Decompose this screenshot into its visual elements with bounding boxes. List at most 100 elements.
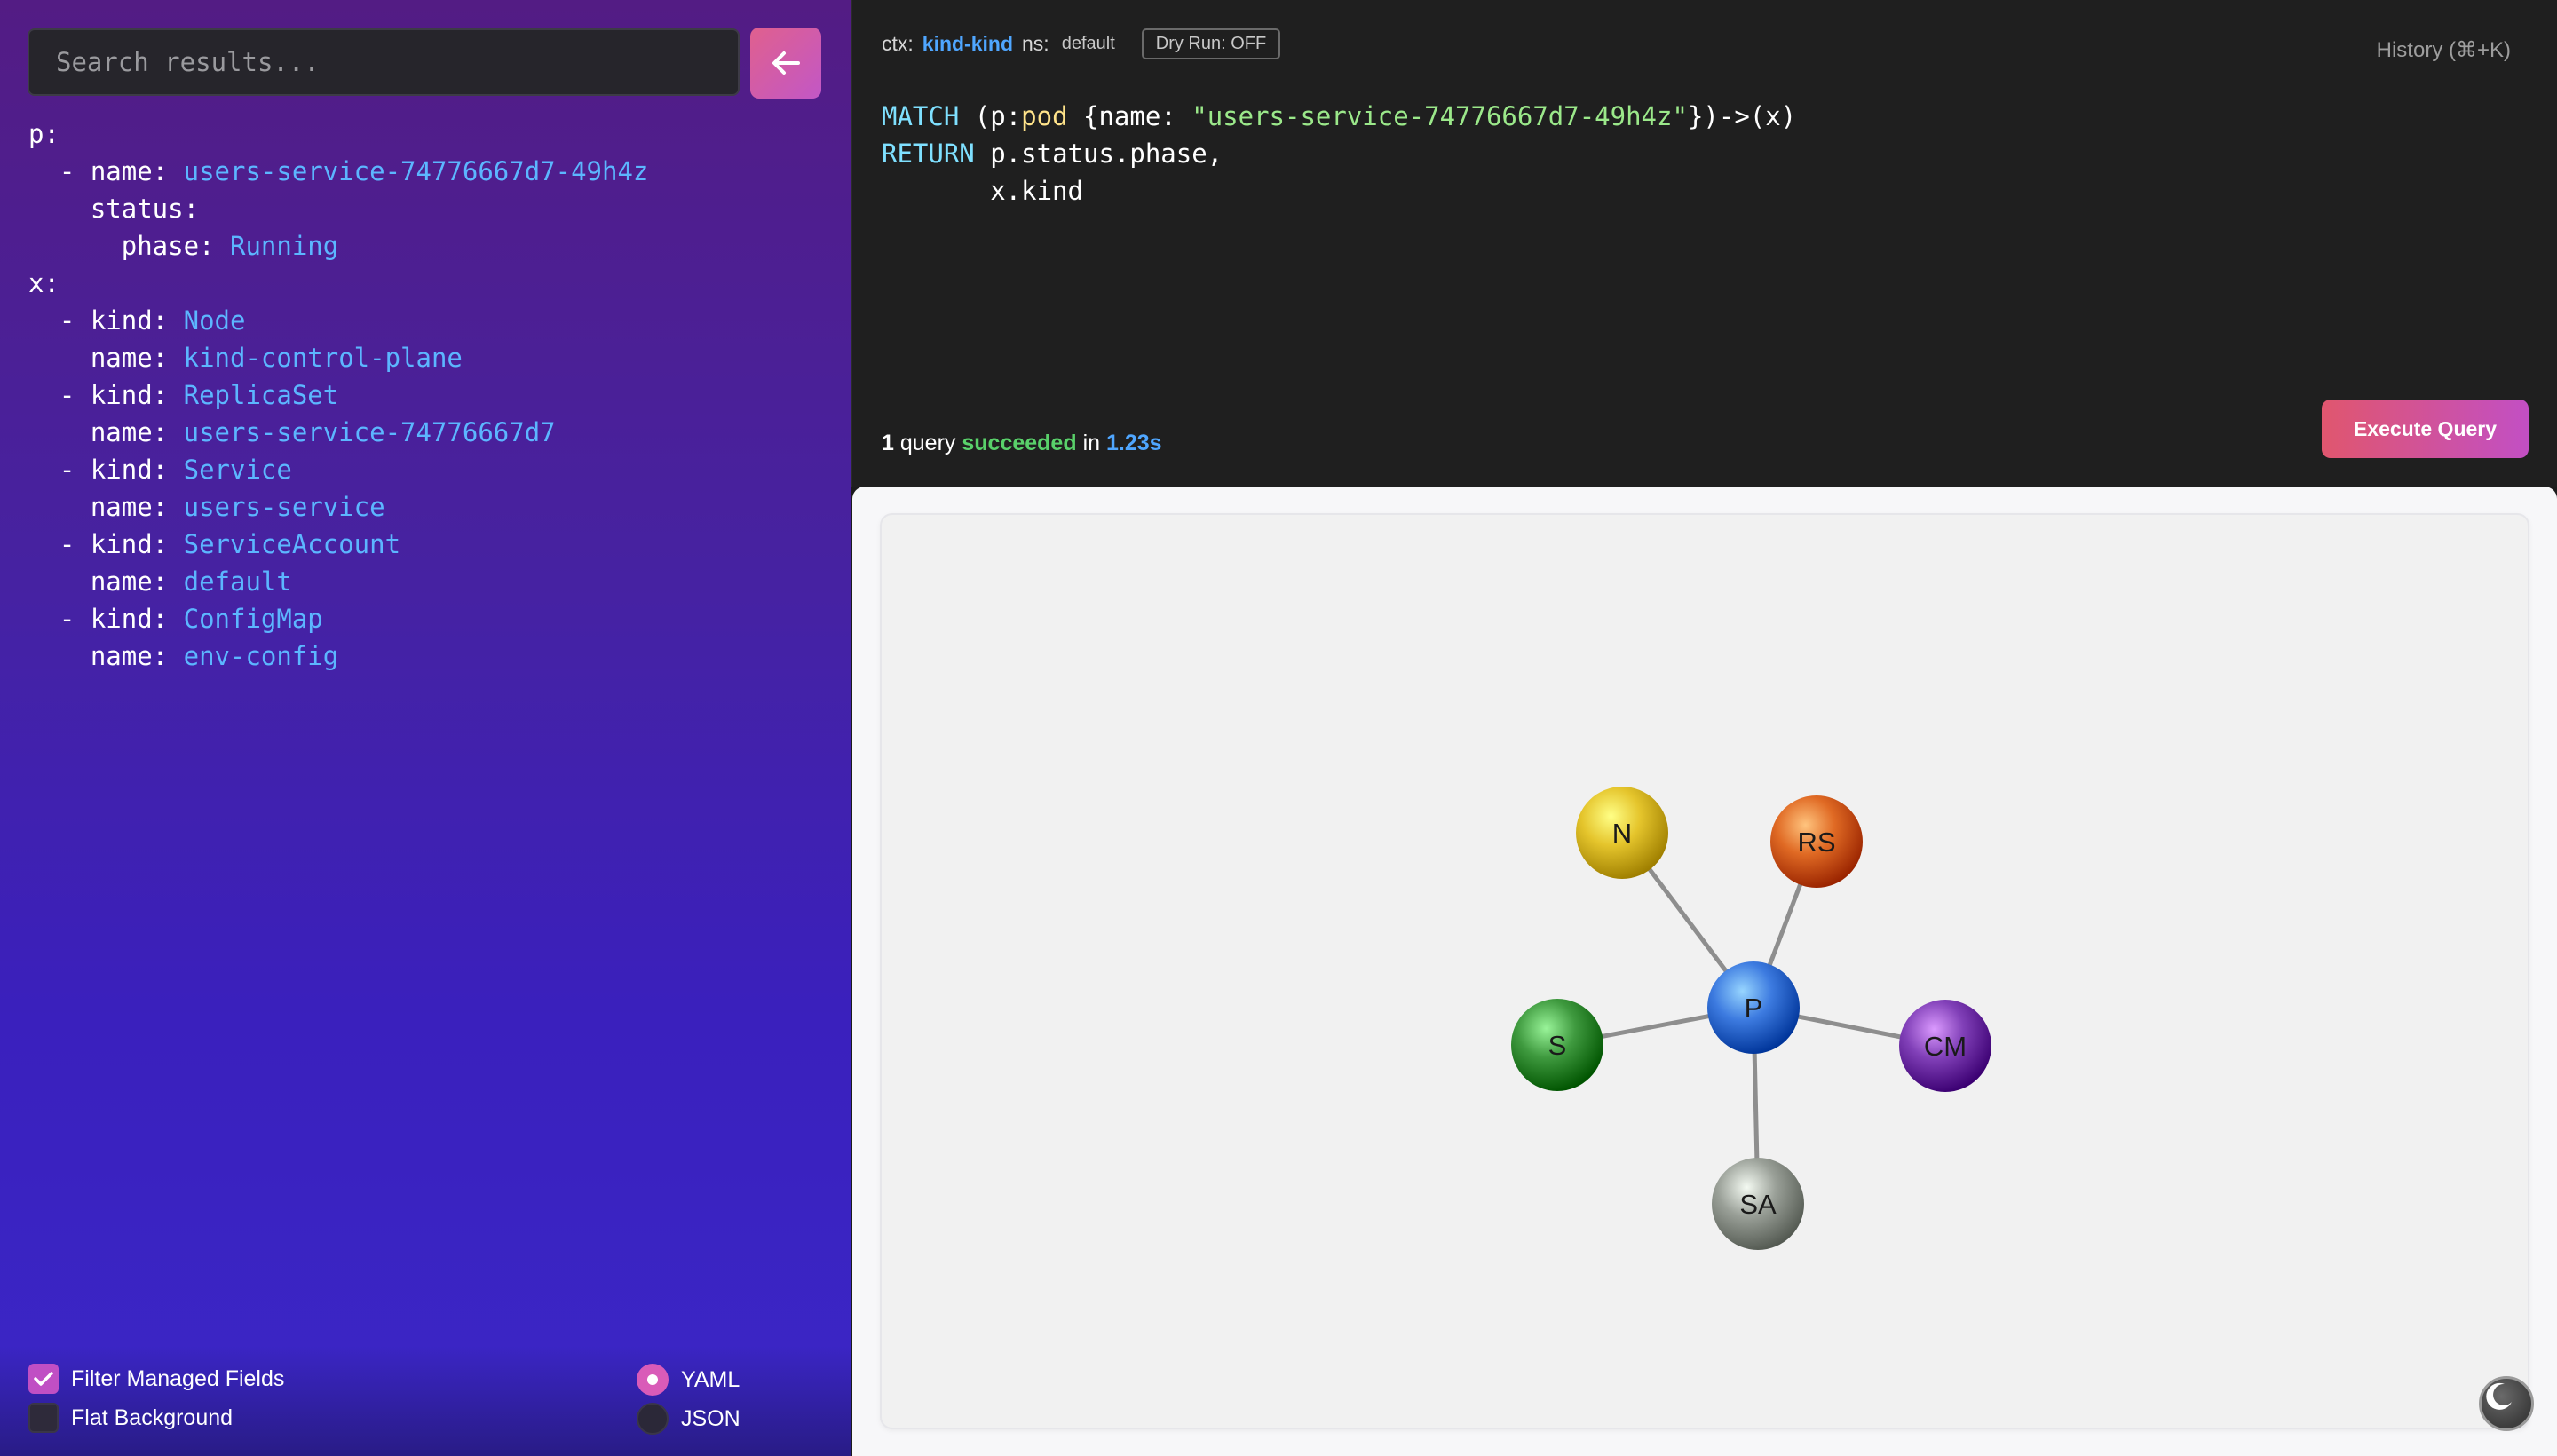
yaml-output: p: - name: users-service-74776667d7-49h4… <box>28 115 648 675</box>
query-text: {name: <box>1067 101 1192 131</box>
filter-managed-fields-checkbox[interactable] <box>28 1364 59 1394</box>
query-keyword: MATCH <box>882 101 960 131</box>
graph-svg[interactable]: P N RS S CM SA <box>882 515 2531 1431</box>
format-json-option[interactable]: JSON <box>637 1403 740 1435</box>
arrow-left-icon <box>772 51 800 75</box>
yaml-line: - kind: ReplicaSet <box>28 376 648 414</box>
query-text: x.kind <box>882 176 1083 206</box>
moon-icon <box>2486 1382 2512 1410</box>
yaml-key: name: <box>28 417 184 447</box>
yaml-line: p: <box>28 115 648 153</box>
display-options: Filter Managed Fields Flat Background YA… <box>0 1345 851 1456</box>
yaml-value[interactable]: env-config <box>184 641 339 671</box>
yaml-value[interactable]: users-service <box>184 492 385 522</box>
yaml-line: - kind: ConfigMap <box>28 600 648 637</box>
yaml-line: name: default <box>28 563 648 600</box>
yaml-key: name: <box>28 492 184 522</box>
yaml-key: name: <box>28 641 184 671</box>
yaml-key: x: <box>28 268 59 298</box>
yaml-value[interactable]: ServiceAccount <box>184 529 400 559</box>
flat-background-checkbox[interactable] <box>28 1403 59 1433</box>
graph-panel: P N RS S CM SA <box>852 487 2557 1456</box>
yaml-value[interactable]: kind-control-plane <box>184 343 463 373</box>
dry-run-toggle[interactable]: Dry Run: OFF <box>1141 28 1281 59</box>
format-json-label: JSON <box>681 1405 740 1431</box>
status-count: 1 <box>882 431 894 455</box>
filter-managed-fields-option[interactable]: Filter Managed Fields <box>28 1364 284 1394</box>
yaml-key: name: <box>28 343 184 373</box>
context-bar: ctx: kind-kind ns: default Dry Run: OFF <box>882 28 1281 59</box>
status-word: query <box>899 431 956 455</box>
yaml-line: - kind: ServiceAccount <box>28 526 648 563</box>
format-yaml-label: YAML <box>681 1366 740 1392</box>
check-icon <box>34 1372 53 1386</box>
filter-managed-fields-label: Filter Managed Fields <box>71 1365 285 1391</box>
yaml-value[interactable]: Running <box>230 231 338 261</box>
graph-node-sa[interactable]: SA <box>1712 1158 1804 1250</box>
flat-background-option[interactable]: Flat Background <box>28 1403 233 1433</box>
graph-canvas[interactable]: P N RS S CM SA <box>880 513 2534 1431</box>
flat-background-label: Flat Background <box>71 1405 234 1430</box>
history-button[interactable]: History (⌘+K) <box>2377 37 2511 63</box>
yaml-value[interactable]: Service <box>184 455 292 485</box>
yaml-value[interactable]: ReplicaSet <box>184 380 339 410</box>
query-label: pod <box>1021 101 1068 131</box>
query-panel: ctx: kind-kind ns: default Dry Run: OFF … <box>851 0 2557 487</box>
status-result: succeeded <box>962 431 1077 455</box>
query-text: (p: <box>959 101 1022 131</box>
query-status: 1 query succeeded in 1.23s <box>882 431 1162 456</box>
graph-node-n[interactable]: N <box>1576 787 1668 879</box>
theme-toggle-button[interactable] <box>2479 1376 2534 1431</box>
yaml-line: x: <box>28 265 648 302</box>
graph-node-label: S <box>1548 1030 1567 1061</box>
execute-query-button[interactable]: Execute Query <box>2322 400 2529 458</box>
back-button[interactable] <box>750 28 821 99</box>
query-text: p.status.phase, <box>974 138 1223 169</box>
query-keyword: RETURN <box>882 138 975 169</box>
yaml-key: phase: <box>28 231 230 261</box>
yaml-key: - kind: <box>28 604 184 634</box>
yaml-value[interactable]: Node <box>184 305 246 336</box>
yaml-value[interactable]: users-service-74776667d7-49h4z <box>184 156 649 186</box>
yaml-key: p: <box>28 119 59 149</box>
graph-node-p[interactable]: P <box>1707 961 1800 1054</box>
graph-node-label: RS <box>1797 827 1835 858</box>
yaml-line: - kind: Service <box>28 451 648 488</box>
ctx-label: ctx: <box>882 32 914 55</box>
format-yaml-option[interactable]: YAML <box>637 1364 740 1396</box>
graph-node-label: CM <box>1924 1031 1967 1062</box>
yaml-key: - kind: <box>28 529 184 559</box>
query-string: "users-service-74776667d7-49h4z" <box>1191 101 1688 131</box>
graph-node-label: N <box>1612 818 1632 849</box>
ns-label: ns: <box>1022 32 1049 55</box>
format-yaml-radio[interactable] <box>637 1364 669 1396</box>
yaml-value[interactable]: users-service-74776667d7 <box>184 417 556 447</box>
yaml-line: name: users-service-74776667d7 <box>28 414 648 451</box>
search-input[interactable] <box>28 28 740 96</box>
query-text: })->(x) <box>1687 101 1797 131</box>
graph-node-cm[interactable]: CM <box>1899 1000 1991 1092</box>
status-word: in <box>1082 431 1101 455</box>
query-editor[interactable]: MATCH (p:pod {name: "users-service-74776… <box>882 98 1796 210</box>
graph-node-s[interactable]: S <box>1511 999 1603 1091</box>
ns-value[interactable]: default <box>1062 34 1115 54</box>
ctx-value[interactable]: kind-kind <box>922 32 1013 56</box>
yaml-key: - kind: <box>28 305 184 336</box>
yaml-line: name: kind-control-plane <box>28 339 648 376</box>
yaml-key: - kind: <box>28 455 184 485</box>
graph-node-label: SA <box>1739 1189 1777 1220</box>
status-time: 1.23s <box>1105 431 1162 455</box>
yaml-key: - name: <box>28 156 184 186</box>
graph-node-rs[interactable]: RS <box>1770 795 1863 888</box>
yaml-key: status: <box>28 194 200 224</box>
yaml-line: name: env-config <box>28 637 648 675</box>
format-json-radio[interactable] <box>637 1403 669 1435</box>
yaml-value[interactable]: ConfigMap <box>184 604 323 634</box>
yaml-value[interactable]: default <box>184 566 292 597</box>
yaml-line: - name: users-service-74776667d7-49h4z <box>28 153 649 190</box>
graph-node-label: P <box>1745 993 1763 1024</box>
yaml-line: name: users-service <box>28 488 648 526</box>
yaml-line: - kind: Node <box>28 302 648 339</box>
yaml-key: - kind: <box>28 380 184 410</box>
yaml-line: status: <box>28 190 648 227</box>
